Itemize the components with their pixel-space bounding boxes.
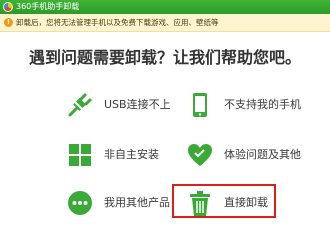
option-uninstall-directly[interactable]: 直接卸载 [186,188,326,218]
option-label: 不支持我的手机 [224,98,301,111]
title-bar: 360手机助手卸载 [0,0,330,14]
window-title: 360手机助手卸载 [16,2,80,11]
usb-icon [68,93,92,117]
heart-icon [188,144,212,166]
warning-bar: ! 卸载后，您将无法管理手机以及免费下载游戏、应用、壁纸等 [0,14,330,32]
page-headline: 遇到问题需要卸载？让我们帮助您吧。 [28,48,301,67]
option-unsupported-phone[interactable]: 不支持我的手机 [186,90,326,120]
option-label: 直接卸载 [224,196,268,209]
warning-icon: ! [4,18,13,27]
phone-icon [193,93,207,117]
option-label: 非自主安装 [104,148,159,161]
option-label: 我用其他产品 [104,196,170,209]
option-label: 体验问题及其他 [224,148,301,161]
trash-icon [190,191,210,216]
app-logo-icon [3,2,13,12]
grid-icon [69,144,91,166]
warning-text: 卸载后，您将无法管理手机以及免费下载游戏、应用、壁纸等 [16,18,219,27]
option-not-self-installed[interactable]: 非自主安装 [66,140,206,170]
option-usb-connection[interactable]: USB连接不上 [66,90,206,120]
option-label: USB连接不上 [104,98,171,111]
option-experience-issues[interactable]: 体验问题及其他 [186,140,326,170]
more-icon [68,191,92,215]
